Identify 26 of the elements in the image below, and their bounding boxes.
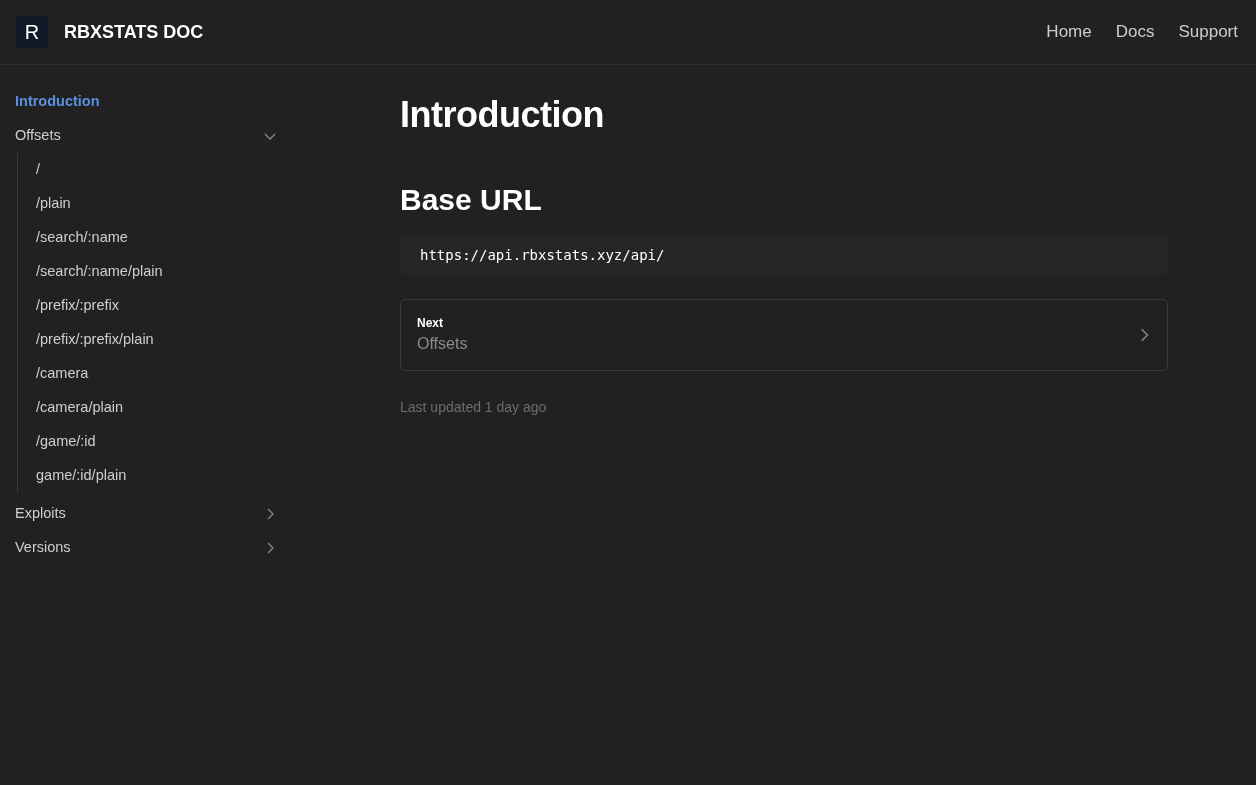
- sidebar-subitem[interactable]: /plain: [36, 187, 280, 221]
- sidebar-subitem[interactable]: /prefix/:prefix: [36, 289, 280, 323]
- section-heading: Base URL: [400, 182, 543, 219]
- sidebar-item[interactable]: Offsets: [15, 119, 280, 153]
- sidebar-item[interactable]: Exploits: [15, 497, 280, 531]
- sidebar-subitem[interactable]: /: [36, 153, 280, 187]
- sidebar-subitem[interactable]: /camera: [36, 357, 280, 391]
- sidebar-subitem[interactable]: /camera/plain: [36, 391, 280, 425]
- sidebar-item[interactable]: Introduction: [15, 85, 280, 119]
- nav-link[interactable]: Docs: [1115, 19, 1155, 45]
- sidebar-subitem[interactable]: /game/:id: [36, 425, 280, 459]
- page-title: Introduction: [400, 93, 605, 137]
- nav-link[interactable]: Home: [1046, 19, 1092, 45]
- sidebar-subitem[interactable]: /search/:name/plain: [36, 255, 280, 289]
- next-page-card[interactable]: Next Offsets: [400, 299, 1168, 372]
- next-caption: Next: [417, 315, 444, 333]
- next-page-label: Offsets: [417, 334, 468, 355]
- sidebar-subitem[interactable]: /prefix/:prefix/plain: [36, 323, 280, 357]
- site-title: RBXSTATS DOC: [64, 20, 204, 44]
- code-block: https://api.rbxstats.xyz/api/: [400, 236, 1168, 276]
- sidebar-subitem[interactable]: game/:id/plain: [36, 459, 280, 493]
- nav-link[interactable]: Support: [1178, 19, 1238, 45]
- sidebar-item[interactable]: Versions: [15, 531, 280, 565]
- sidebar-subitem[interactable]: /search/:name: [36, 221, 280, 255]
- logo[interactable]: R: [16, 16, 48, 48]
- last-updated-text: Last updated 1 day ago: [400, 398, 548, 418]
